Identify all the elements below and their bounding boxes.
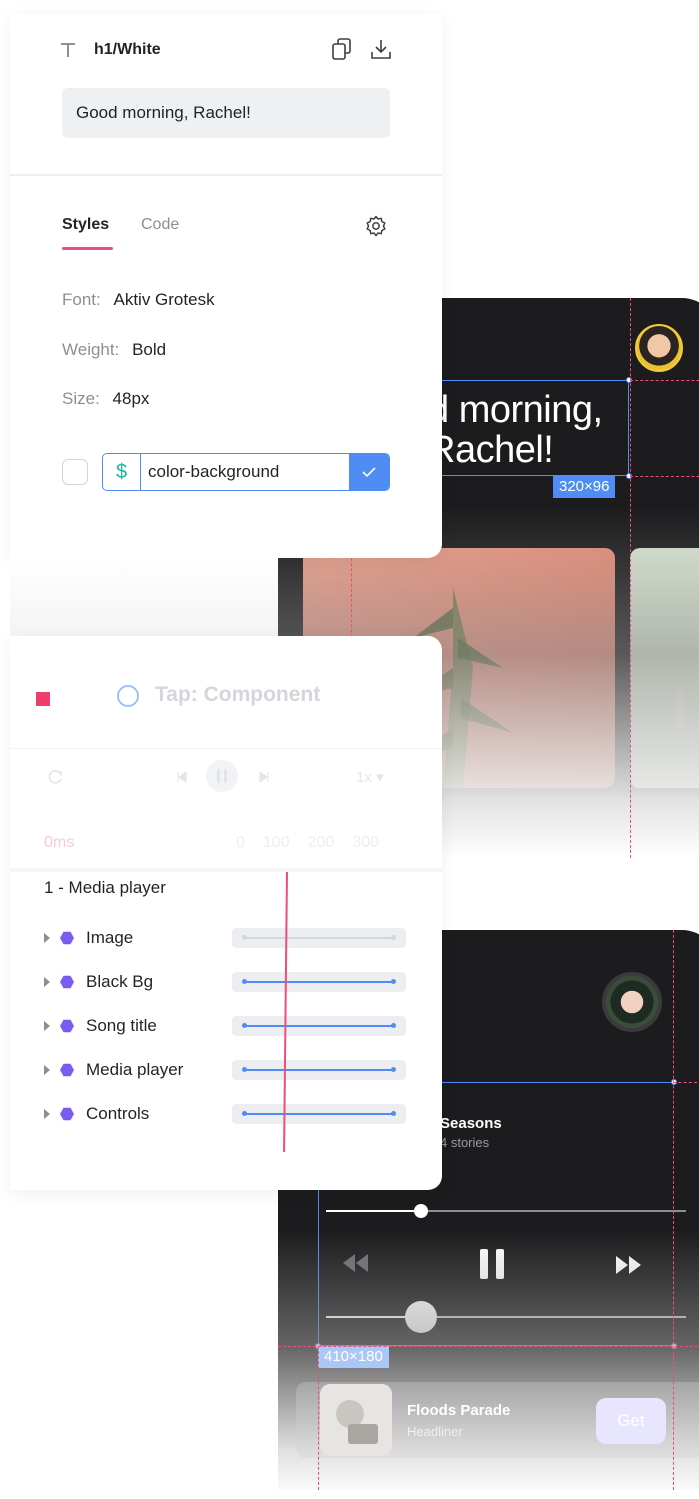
component-icon <box>60 1019 74 1033</box>
size-label: Size: <box>62 389 100 408</box>
tick-label: 100 <box>262 834 290 851</box>
guide-line <box>630 476 699 477</box>
layer-label: Controls <box>86 1104 150 1123</box>
album-row[interactable]: Floods Parade Headliner Get <box>296 1382 699 1458</box>
dimension-label: 410×180 <box>318 1346 389 1368</box>
volume-knob[interactable] <box>405 1301 437 1333</box>
guide-line <box>673 930 674 1490</box>
component-icon <box>60 931 74 945</box>
trigger-title: Tap: Component <box>155 683 321 706</box>
token-prefix: $ <box>103 454 141 490</box>
tab-active-indicator <box>62 247 113 250</box>
image-card-cucumber[interactable] <box>630 548 699 788</box>
timeline-bar[interactable] <box>232 928 406 948</box>
caret-right-icon[interactable] <box>44 1021 50 1031</box>
album-title: Floods Parade <box>407 1402 511 1419</box>
divider <box>10 174 442 176</box>
text-layer-icon <box>60 42 76 63</box>
caret-right-icon[interactable] <box>44 1109 50 1119</box>
token-value[interactable]: color-background <box>141 454 349 490</box>
pause-icon[interactable] <box>478 1248 506 1285</box>
tick-label: 200 <box>307 834 335 851</box>
skip-back-icon[interactable] <box>176 770 188 788</box>
timeline-bar[interactable] <box>232 1060 406 1080</box>
tick-label: 0 <box>236 834 245 851</box>
layer-label: Song title <box>86 1016 157 1035</box>
guide-line <box>278 1346 699 1347</box>
tick-label: 300 <box>352 834 380 851</box>
group-label: 1 - Media player <box>44 878 166 897</box>
component-icon <box>60 975 74 989</box>
caret-right-icon[interactable] <box>44 933 50 943</box>
album-cover <box>320 1384 392 1456</box>
color-checkbox[interactable] <box>62 459 88 485</box>
speed-value: 1x <box>356 769 372 786</box>
component-icon <box>60 1107 74 1121</box>
progress-fill <box>326 1210 422 1212</box>
caret-right-icon[interactable] <box>44 1065 50 1075</box>
cucumber-image <box>676 688 684 728</box>
time-readout: 0ms <box>44 834 75 851</box>
weight-label: Weight: <box>62 340 120 359</box>
inspector-panel: h1/White Good morning, Rachel! Styles Co… <box>10 14 442 558</box>
layer-label: Image <box>86 928 134 947</box>
fast-forward-icon[interactable] <box>614 1254 644 1281</box>
progress-knob[interactable] <box>414 1204 428 1218</box>
layer-row-black-bg[interactable]: Black Bg <box>10 960 442 1004</box>
layer-label: Black Bg <box>86 972 154 991</box>
caret-right-icon[interactable] <box>44 977 50 987</box>
weight-value[interactable]: Bold <box>132 340 166 359</box>
color-token-input[interactable]: $ color-background <box>102 453 390 491</box>
pause-button[interactable] <box>206 760 238 792</box>
gear-icon[interactable] <box>364 214 388 243</box>
artist-avatar[interactable] <box>602 972 662 1032</box>
guide-line <box>630 298 631 858</box>
tab-code[interactable]: Code <box>141 216 179 234</box>
guide-line <box>318 1346 319 1490</box>
layer-row-song-title[interactable]: Song title <box>10 1004 442 1048</box>
size-property: Size: 48px <box>62 389 149 409</box>
text-content-field[interactable]: Good morning, Rachel! <box>62 88 390 138</box>
get-button[interactable]: Get <box>596 1398 666 1444</box>
guide-line <box>673 1082 699 1083</box>
timeline-ruler: 0 100 200 300 <box>236 834 379 852</box>
timeline-bar[interactable] <box>232 972 406 992</box>
animation-panel: Tap: Component 1x ▾ 0ms 0 100 200 300 1 … <box>10 636 442 1190</box>
layer-row-image[interactable]: Image <box>10 916 442 960</box>
divider <box>10 748 442 749</box>
download-icon[interactable] <box>370 38 392 65</box>
layer-name: h1/White <box>94 41 161 58</box>
speed-select[interactable]: 1x ▾ <box>356 768 384 786</box>
timeline-bar[interactable] <box>232 1104 406 1124</box>
rewind-icon[interactable] <box>340 1252 370 1279</box>
divider <box>10 868 442 872</box>
layer-row-media-player[interactable]: Media player <box>10 1048 442 1092</box>
component-icon <box>60 1063 74 1077</box>
loop-icon[interactable] <box>46 768 64 791</box>
user-avatar[interactable] <box>635 324 683 372</box>
layer-list: Image Black Bg Song title Media player C… <box>10 916 442 1136</box>
layer-row-controls[interactable]: Controls <box>10 1092 442 1136</box>
guide-line <box>630 380 699 381</box>
copy-icon[interactable] <box>332 38 352 65</box>
confirm-check-icon[interactable] <box>349 454 389 490</box>
font-property: Font: Aktiv Grotesk <box>62 290 215 310</box>
size-value[interactable]: 48px <box>113 389 150 408</box>
layer-label: Media player <box>86 1060 184 1079</box>
skip-forward-icon[interactable] <box>258 770 270 788</box>
album-subtitle: Headliner <box>407 1424 463 1439</box>
chevron-down-icon: ▾ <box>376 769 384 786</box>
trigger-circle-icon <box>117 685 139 707</box>
tab-styles[interactable]: Styles <box>62 216 109 234</box>
font-label: Font: <box>62 290 101 309</box>
font-value[interactable]: Aktiv Grotesk <box>113 290 214 309</box>
dimension-label: 320×96 <box>553 476 616 498</box>
canvas-background <box>10 558 278 636</box>
weight-property: Weight: Bold <box>62 340 166 360</box>
timeline-bar[interactable] <box>232 1016 406 1036</box>
record-indicator[interactable] <box>36 692 50 706</box>
